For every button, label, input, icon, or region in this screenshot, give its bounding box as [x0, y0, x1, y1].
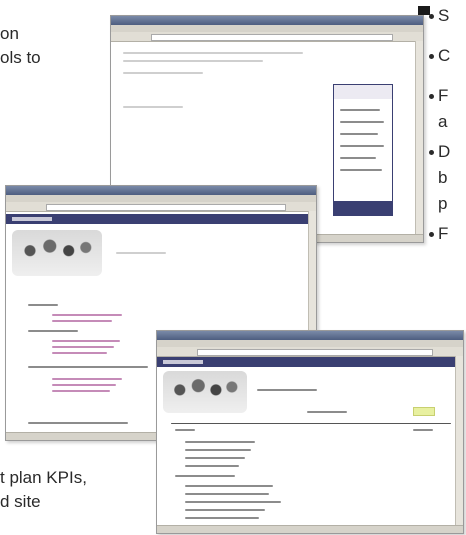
- banner-label: [12, 217, 52, 221]
- content-line: [175, 475, 235, 477]
- content-line: [123, 106, 183, 108]
- side-panel-link[interactable]: [340, 145, 384, 147]
- content-line: [123, 60, 263, 62]
- content-line: [28, 304, 58, 306]
- text-fragment-bottom-2: d site: [0, 492, 41, 511]
- content-line: [413, 429, 433, 431]
- link-line[interactable]: [52, 346, 114, 348]
- section-heading: [171, 423, 451, 424]
- content-line: [123, 52, 303, 54]
- side-panel-link[interactable]: [340, 157, 376, 159]
- bullet-item: S: [429, 6, 449, 26]
- link-line[interactable]: [52, 340, 120, 342]
- list-line[interactable]: [185, 441, 255, 443]
- bullet-item: F: [429, 224, 448, 244]
- highlight-badge: [413, 407, 435, 416]
- list-line[interactable]: [185, 517, 259, 519]
- browser-window-front[interactable]: [156, 330, 464, 534]
- title-bar[interactable]: [111, 16, 423, 25]
- scrollbar[interactable]: [455, 356, 463, 526]
- list-line[interactable]: [185, 457, 245, 459]
- link-line[interactable]: [52, 320, 112, 322]
- link-line[interactable]: [52, 314, 122, 316]
- text-fragment-bottom-1: t plan KPIs,: [0, 468, 87, 487]
- content-line: [257, 389, 317, 391]
- bullet-continuation: b: [438, 168, 448, 187]
- bullet-continuation: p: [438, 194, 448, 213]
- site-banner: [6, 214, 316, 224]
- address-bar[interactable]: [46, 204, 286, 211]
- link-line[interactable]: [52, 390, 110, 392]
- site-banner: [157, 357, 463, 367]
- bullet-item: C: [429, 46, 450, 66]
- content-line: [28, 330, 78, 332]
- list-line[interactable]: [185, 493, 269, 495]
- side-panel-header: [334, 85, 392, 99]
- link-line[interactable]: [52, 352, 107, 354]
- title-bar[interactable]: [157, 331, 463, 340]
- text-fragment-top-2: ols to: [0, 48, 41, 67]
- content-line: [307, 411, 347, 413]
- side-panel-link[interactable]: [340, 133, 378, 135]
- side-panel-link[interactable]: [340, 109, 380, 111]
- list-line[interactable]: [185, 465, 239, 467]
- side-panel: [333, 84, 393, 216]
- content-line: [28, 422, 128, 424]
- bullet-item: D: [429, 142, 450, 162]
- content-line: [123, 72, 203, 74]
- side-panel-footer: [334, 201, 392, 215]
- link-line[interactable]: [52, 384, 116, 386]
- content-line: [175, 429, 195, 431]
- list-line[interactable]: [185, 485, 273, 487]
- address-bar[interactable]: [197, 349, 433, 356]
- bullet-item: F: [429, 86, 448, 106]
- scrollbar[interactable]: [415, 41, 423, 235]
- content-line: [116, 252, 166, 254]
- bullet-continuation: a: [438, 112, 448, 131]
- link-line[interactable]: [52, 378, 122, 380]
- bullet-dot-icon: [429, 232, 434, 238]
- side-panel-link[interactable]: [340, 169, 382, 171]
- status-bar: [157, 525, 463, 533]
- header-photo: [12, 230, 102, 276]
- side-panel-link[interactable]: [340, 121, 384, 123]
- list-line[interactable]: [185, 501, 281, 503]
- bullet-dot-icon: [429, 150, 434, 156]
- text-fragment-top-1: on: [0, 24, 19, 43]
- address-bar[interactable]: [151, 34, 393, 41]
- bullet-dot-icon: [429, 94, 434, 100]
- title-bar[interactable]: [6, 186, 316, 195]
- content-line: [28, 366, 148, 368]
- bullet-dot-icon: [429, 54, 434, 60]
- window-close-icon[interactable]: [418, 6, 430, 15]
- banner-label: [163, 360, 203, 364]
- header-photo: [163, 371, 247, 413]
- list-line[interactable]: [185, 449, 251, 451]
- list-line[interactable]: [185, 509, 265, 511]
